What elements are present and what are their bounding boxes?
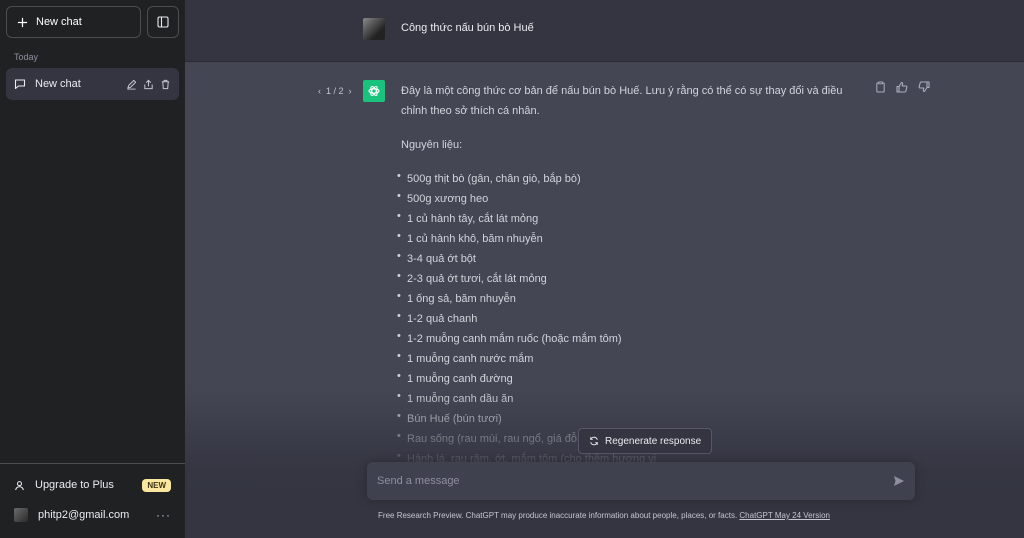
response-pager: ‹ 1 / 2 ›	[318, 86, 352, 96]
ingredient-item: 1-2 quả chanh	[397, 306, 871, 329]
avatar	[14, 508, 28, 522]
clipboard-icon[interactable]	[875, 81, 886, 93]
trash-icon[interactable]	[160, 79, 171, 90]
message-icon	[14, 78, 26, 90]
app: New chat Today New chat Upgrade to Plus …	[0, 0, 1024, 538]
new-chat-button[interactable]: New chat	[6, 6, 141, 38]
upgrade-label: Upgrade to Plus	[35, 479, 114, 491]
main-panel: Công thức nấu bún bò Huế ‹ 1 / 2 › Đây l…	[185, 0, 1024, 538]
sidebar-top: New chat	[0, 0, 185, 38]
send-button[interactable]	[893, 475, 905, 487]
message-input[interactable]	[377, 475, 893, 487]
user-avatar	[363, 18, 385, 40]
share-icon[interactable]	[143, 79, 154, 90]
plus-icon	[17, 17, 28, 28]
ingredients-list: 500g thịt bò (gân, chân giò, bắp bò)500g…	[397, 166, 871, 469]
new-badge: NEW	[142, 478, 171, 492]
user-icon	[14, 480, 25, 491]
send-icon	[893, 475, 905, 487]
sidebar: New chat Today New chat Upgrade to Plus …	[0, 0, 185, 538]
more-icon[interactable]: ···	[156, 508, 171, 522]
message-composer	[367, 462, 915, 500]
refresh-icon	[589, 436, 599, 446]
history-item[interactable]: New chat	[6, 68, 179, 100]
openai-logo-icon	[367, 84, 381, 98]
assistant-avatar	[363, 80, 385, 102]
ingredient-item: 2-3 quả ớt tươi, cắt lát mỏng	[397, 266, 871, 289]
sidebar-toggle-icon	[157, 16, 169, 28]
assistant-response: Đây là một công thức cơ bản để nấu bún b…	[397, 81, 871, 469]
pager-value: 1 / 2	[326, 86, 344, 96]
sidebar-toggle-button[interactable]	[147, 6, 179, 38]
footer-text: Free Research Preview. ChatGPT may produ…	[378, 511, 738, 520]
thumbs-up-icon[interactable]	[896, 81, 908, 93]
thumbs-down-icon[interactable]	[918, 81, 930, 93]
footer-note: Free Research Preview. ChatGPT may produ…	[185, 511, 1023, 520]
user-email: phitp2@gmail.com	[38, 509, 130, 521]
history-item-label: New chat	[35, 78, 81, 90]
pager-next-button[interactable]: ›	[349, 86, 352, 96]
ingredient-item: 3-4 quả ớt bột	[397, 246, 871, 269]
ingredient-item: 1-2 muỗng canh mắm ruốc (hoặc mắm tôm)	[397, 326, 871, 349]
regenerate-button[interactable]: Regenerate response	[578, 428, 713, 454]
ingredient-item: 1 muỗng canh đường	[397, 366, 871, 389]
ingredient-item: 1 muỗng canh nước mắm	[397, 346, 871, 369]
sidebar-bottom: Upgrade to Plus NEW phitp2@gmail.com ···	[0, 463, 185, 538]
new-chat-label: New chat	[36, 16, 82, 28]
ingredient-item: 500g xương heo	[397, 186, 871, 209]
history-section-label: Today	[14, 52, 39, 62]
ingredient-item: Bún Huế (bún tươi)	[397, 406, 871, 429]
version-link[interactable]: ChatGPT May 24 Version	[739, 511, 830, 520]
regenerate-label: Regenerate response	[605, 435, 702, 447]
user-message-row: Công thức nấu bún bò Huế	[185, 0, 1024, 62]
upgrade-button[interactable]: Upgrade to Plus NEW	[6, 470, 179, 500]
user-message: Công thức nấu bún bò Huế	[401, 22, 534, 34]
ingredient-item: 500g thịt bò (gân, chân giò, bắp bò)	[397, 166, 871, 189]
pencil-icon[interactable]	[126, 79, 137, 90]
ingredient-item: 1 muỗng canh dầu ăn	[397, 386, 871, 409]
pager-prev-button[interactable]: ‹	[318, 86, 321, 96]
ingredient-item: 1 ống sả, băm nhuyễn	[397, 286, 871, 309]
ingredient-item: 1 củ hành tây, cắt lát mỏng	[397, 206, 871, 229]
message-actions	[875, 81, 930, 93]
ingredients-heading: Nguyên liệu:	[401, 139, 463, 151]
history-item-actions	[126, 79, 171, 90]
response-intro: Đây là một công thức cơ bản để nấu bún b…	[401, 85, 843, 117]
account-menu[interactable]: phitp2@gmail.com ···	[6, 500, 179, 530]
ingredient-item: 1 củ hành khô, băm nhuyễn	[397, 226, 871, 249]
